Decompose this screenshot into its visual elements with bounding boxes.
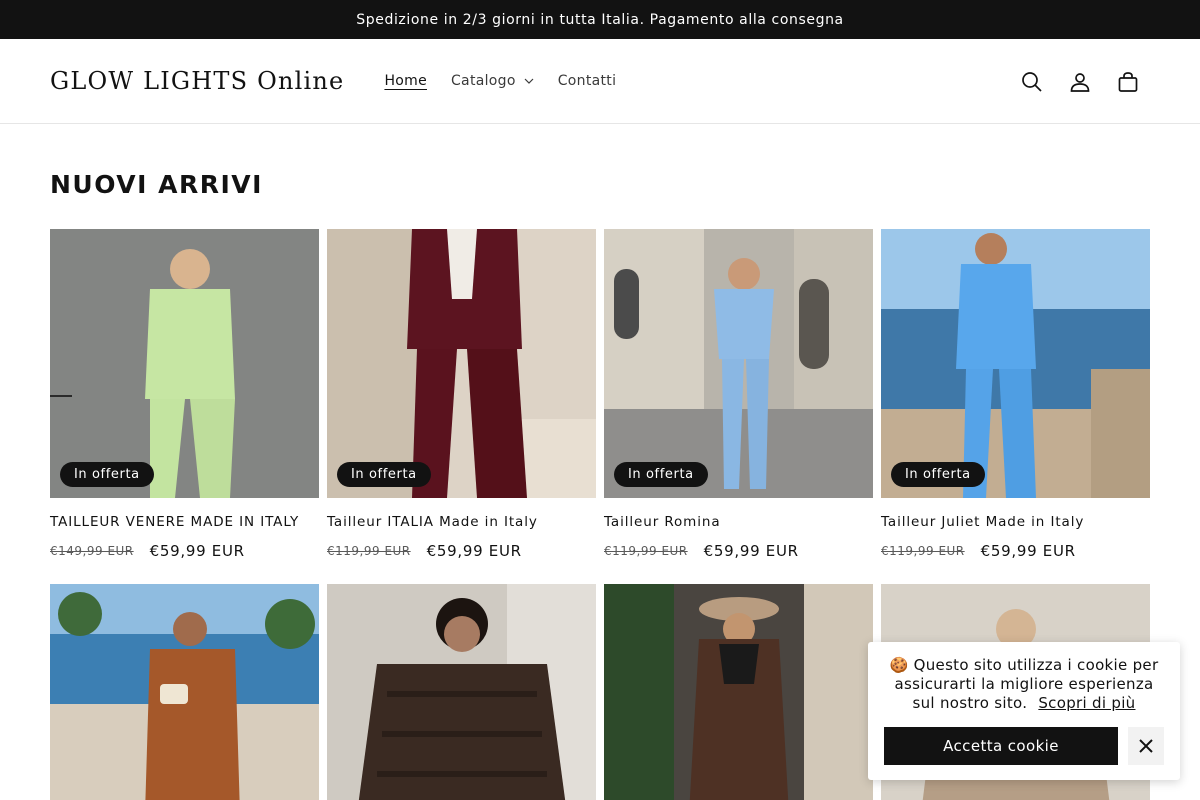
- search-button[interactable]: [1010, 60, 1054, 104]
- cart-button[interactable]: [1106, 60, 1150, 104]
- product-title[interactable]: TAILLEUR VENERE MADE IN ITALY: [50, 514, 319, 530]
- account-icon: [1070, 72, 1090, 92]
- product-image[interactable]: In offerta: [327, 229, 596, 498]
- cookie-actions: Accetta cookie: [884, 727, 1164, 765]
- account-button[interactable]: [1058, 60, 1102, 104]
- price-old: €119,99 EUR: [327, 544, 411, 558]
- sale-badge: In offerta: [337, 462, 431, 487]
- nav-item-catalogo[interactable]: Catalogo: [439, 73, 546, 89]
- cookie-icon: 🍪: [889, 656, 909, 674]
- product-title[interactable]: Tailleur Romina: [604, 514, 873, 530]
- cookie-banner: 🍪 Questo sito utilizza i cookie per assi…: [868, 642, 1180, 780]
- product-card[interactable]: [50, 584, 319, 800]
- product-image[interactable]: In offerta: [50, 229, 319, 498]
- announcement-bar: Spedizione in 2/3 giorni in tutta Italia…: [0, 0, 1200, 39]
- price-old: €119,99 EUR: [604, 544, 688, 558]
- main-nav: Home Catalogo Contatti: [372, 73, 628, 89]
- price-old: €119,99 EUR: [881, 544, 965, 558]
- product-title[interactable]: Tailleur ITALIA Made in Italy: [327, 514, 596, 530]
- product-image[interactable]: [604, 584, 873, 800]
- nav-item-catalogo-label: Catalogo: [450, 73, 516, 89]
- header-icons: [1010, 39, 1150, 124]
- announcement-text: Spedizione in 2/3 giorni in tutta Italia…: [356, 11, 844, 28]
- product-card[interactable]: [327, 584, 596, 800]
- product-image[interactable]: In offerta: [881, 229, 1150, 498]
- price-row: €119,99 EUR €59,99 EUR: [604, 542, 873, 560]
- product-card[interactable]: [604, 584, 873, 800]
- product-title[interactable]: Tailleur Juliet Made in Italy: [881, 514, 1150, 530]
- nav-item-contatti[interactable]: Contatti: [546, 73, 629, 89]
- sale-badge: In offerta: [60, 462, 154, 487]
- price-row: €119,99 EUR €59,99 EUR: [327, 542, 596, 560]
- product-card[interactable]: In offerta TAILLEUR VENERE MADE IN ITALY…: [50, 229, 319, 560]
- product-image[interactable]: In offerta: [604, 229, 873, 498]
- cookie-learn-more-link[interactable]: Scopri di più: [1038, 694, 1135, 712]
- product-image[interactable]: [327, 584, 596, 800]
- price-row: €119,99 EUR €59,99 EUR: [881, 542, 1150, 560]
- chevron-down-icon: [524, 78, 534, 84]
- product-card[interactable]: In offerta Tailleur Juliet Made in Italy…: [881, 229, 1150, 560]
- search-icon: [1022, 71, 1042, 92]
- accept-cookie-button[interactable]: Accetta cookie: [884, 727, 1118, 765]
- price-new: €59,99 EUR: [980, 542, 1076, 560]
- product-card[interactable]: In offerta Tailleur Romina €119,99 EUR €…: [604, 229, 873, 560]
- product-image[interactable]: [50, 584, 319, 800]
- price-new: €59,99 EUR: [149, 542, 245, 560]
- cookie-message: 🍪 Questo sito utilizza i cookie per assi…: [884, 656, 1164, 713]
- section-title: NUOVI ARRIVI: [50, 170, 263, 199]
- close-icon: [1139, 739, 1153, 753]
- price-new: €59,99 EUR: [426, 542, 522, 560]
- sale-badge: In offerta: [891, 462, 985, 487]
- sale-badge: In offerta: [614, 462, 708, 487]
- price-row: €149,99 EUR €59,99 EUR: [50, 542, 319, 560]
- price-old: €149,99 EUR: [50, 544, 134, 558]
- site-header: GLOW LIGHTS Online Home Catalogo Contatt…: [0, 39, 1200, 124]
- price-new: €59,99 EUR: [703, 542, 799, 560]
- site-logo[interactable]: GLOW LIGHTS Online: [50, 67, 344, 95]
- cart-icon: [1118, 71, 1138, 92]
- close-cookie-button[interactable]: [1128, 727, 1164, 765]
- nav-item-home[interactable]: Home: [372, 73, 439, 89]
- product-card[interactable]: In offerta Tailleur ITALIA Made in Italy…: [327, 229, 596, 560]
